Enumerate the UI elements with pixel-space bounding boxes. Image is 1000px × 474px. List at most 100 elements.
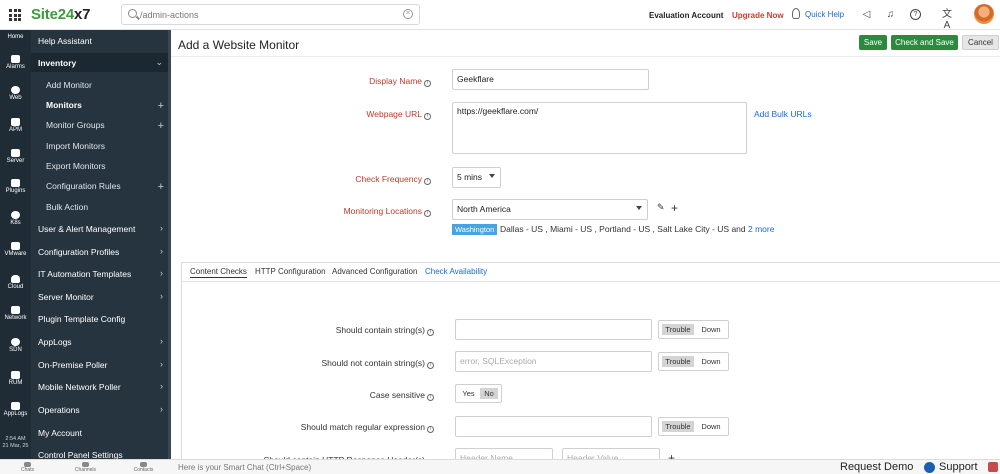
avatar[interactable] bbox=[974, 4, 994, 24]
more-locations-link[interactable]: 2 more bbox=[748, 224, 774, 234]
info-icon[interactable]: i bbox=[424, 210, 431, 217]
account-type: Evaluation Account bbox=[649, 11, 724, 20]
info-icon[interactable]: i bbox=[427, 394, 434, 401]
feedback-icon[interactable] bbox=[988, 462, 998, 472]
menu-bulk-action[interactable]: Bulk Action bbox=[46, 202, 88, 212]
display-name-field[interactable]: Geekflare bbox=[452, 69, 649, 90]
menu-inventory[interactable]: Inventory bbox=[38, 58, 76, 68]
info-icon[interactable]: i bbox=[424, 113, 431, 120]
plus-icon[interactable]: + bbox=[158, 182, 164, 193]
info-icon[interactable]: i bbox=[427, 362, 434, 369]
down-option[interactable]: Down bbox=[697, 356, 725, 367]
menu-monitor-groups[interactable]: Monitor Groups bbox=[46, 120, 105, 130]
save-button[interactable]: Save bbox=[859, 35, 887, 50]
rail-apm[interactable]: APM bbox=[0, 118, 31, 133]
rail-home[interactable]: Home bbox=[0, 32, 31, 40]
tab-advanced-configuration[interactable]: Advanced Configuration bbox=[332, 267, 417, 276]
should-contain-input[interactable] bbox=[455, 319, 652, 340]
smart-chat-input[interactable]: Here is your Smart Chat (Ctrl+Space) bbox=[178, 463, 311, 472]
translate-icon[interactable]: 文A bbox=[940, 9, 954, 31]
channels-tab[interactable]: Channels bbox=[70, 461, 101, 473]
rail-label: K8s bbox=[10, 220, 21, 226]
menu-add-monitor[interactable]: Add Monitor bbox=[46, 80, 92, 90]
help-icon[interactable]: ? bbox=[910, 9, 921, 20]
search-input[interactable] bbox=[140, 7, 400, 22]
rail-label: Server bbox=[6, 158, 25, 164]
rail-cloud[interactable]: Cloud bbox=[0, 275, 31, 290]
tab-label: Contacts bbox=[133, 467, 154, 473]
menu-configuration-rules[interactable]: Configuration Rules bbox=[46, 181, 121, 191]
menu-user-alert[interactable]: User & Alert Management bbox=[38, 224, 135, 234]
should-not-contain-severity-toggle[interactable]: Trouble Down bbox=[658, 352, 729, 371]
menu-applogs[interactable]: AppLogs bbox=[38, 337, 72, 347]
rail-alarms[interactable]: Alarms bbox=[0, 55, 31, 70]
info-icon[interactable]: i bbox=[427, 426, 434, 433]
rail-applogs[interactable]: AppLogs bbox=[0, 402, 31, 417]
regex-severity-toggle[interactable]: Trouble Down bbox=[658, 417, 729, 436]
rail-sdn[interactable]: SDN bbox=[0, 338, 31, 353]
down-option[interactable]: Down bbox=[697, 324, 725, 335]
webpage-url-field[interactable]: https://geekflare.com/ bbox=[452, 102, 747, 154]
down-option[interactable]: Down bbox=[697, 421, 725, 432]
check-frequency-select[interactable]: 5 mins bbox=[452, 167, 501, 188]
rail-k8s[interactable]: K8s bbox=[0, 211, 31, 226]
tab-check-availability[interactable]: Check Availability bbox=[425, 267, 487, 276]
pencil-icon[interactable]: ✎ bbox=[657, 202, 665, 213]
request-demo-link[interactable]: Request Demo bbox=[840, 461, 913, 473]
info-icon[interactable]: i bbox=[424, 178, 431, 185]
support-link[interactable]: Support bbox=[939, 461, 978, 473]
menu-it-automation[interactable]: IT Automation Templates bbox=[38, 269, 131, 279]
case-sensitive-toggle[interactable]: Yes No bbox=[455, 384, 502, 403]
rail-server[interactable]: Server bbox=[0, 149, 31, 164]
plus-icon[interactable]: + bbox=[158, 101, 164, 112]
yes-option[interactable]: Yes bbox=[459, 388, 478, 399]
menu-control-panel[interactable]: Control Panel Settings bbox=[38, 450, 123, 459]
check-and-save-button[interactable]: Check and Save bbox=[891, 35, 958, 50]
rail-network[interactable]: Network bbox=[0, 306, 31, 321]
no-option[interactable]: No bbox=[480, 388, 498, 399]
menu-mobile-poller[interactable]: Mobile Network Poller bbox=[38, 382, 121, 392]
location-list: Dallas - US , Miami - US , Portland - US… bbox=[500, 224, 774, 234]
tab-http-configuration[interactable]: HTTP Configuration bbox=[255, 267, 326, 276]
rail-plugins[interactable]: Plugins bbox=[0, 179, 31, 194]
menu-monitors[interactable]: Monitors bbox=[46, 100, 82, 110]
add-bulk-urls-link[interactable]: Add Bulk URLs bbox=[754, 109, 812, 119]
should-contain-severity-toggle[interactable]: Trouble Down bbox=[658, 320, 729, 339]
menu-config-profiles[interactable]: Configuration Profiles bbox=[38, 247, 119, 257]
cancel-button[interactable]: Cancel bbox=[962, 35, 999, 50]
trouble-option[interactable]: Trouble bbox=[662, 356, 694, 367]
info-icon[interactable]: i bbox=[427, 329, 434, 336]
plus-icon[interactable]: + bbox=[671, 202, 678, 214]
menu-plugin-template[interactable]: Plugin Template Config bbox=[38, 314, 125, 324]
trouble-option[interactable]: Trouble bbox=[662, 324, 694, 335]
bell-icon bbox=[11, 55, 20, 63]
quick-help-link[interactable]: Quick Help bbox=[805, 10, 844, 19]
regex-input[interactable] bbox=[455, 416, 652, 437]
monitoring-locations-select[interactable]: North America bbox=[452, 199, 648, 220]
contacts-tab[interactable]: Contacts bbox=[128, 461, 159, 473]
rail-vmware[interactable]: VMware bbox=[0, 242, 31, 257]
tab-content-checks[interactable]: Content Checks bbox=[190, 267, 247, 278]
menu-my-account[interactable]: My Account bbox=[38, 428, 82, 438]
site24x7-logo[interactable]: Site24x7 bbox=[31, 6, 91, 23]
bell-icon[interactable]: ♫ bbox=[885, 9, 896, 20]
menu-export-monitors[interactable]: Export Monitors bbox=[46, 161, 106, 171]
clear-search-icon[interactable]: × bbox=[403, 9, 413, 19]
rail-rum[interactable]: RUM bbox=[0, 371, 31, 386]
menu-server-monitor[interactable]: Server Monitor bbox=[38, 292, 94, 302]
menu-operations[interactable]: Operations bbox=[38, 405, 80, 415]
menu-help-assistant[interactable]: Help Assistant bbox=[38, 36, 92, 46]
rail-web[interactable]: Web bbox=[0, 86, 31, 101]
app-grid-icon[interactable] bbox=[9, 9, 21, 21]
should-not-contain-input[interactable]: error, SQLException bbox=[455, 351, 652, 372]
upgrade-link[interactable]: Upgrade Now bbox=[732, 11, 784, 20]
menu-import-monitors[interactable]: Import Monitors bbox=[46, 141, 105, 151]
menu-onprem-poller[interactable]: On-Premise Poller bbox=[38, 360, 107, 370]
chevron-right-icon: › bbox=[160, 359, 163, 369]
plus-icon[interactable]: + bbox=[158, 121, 164, 132]
megaphone-icon[interactable]: ◁ bbox=[861, 9, 872, 20]
info-icon[interactable]: i bbox=[424, 80, 431, 87]
trouble-option[interactable]: Trouble bbox=[662, 421, 694, 432]
search-box[interactable]: × bbox=[121, 4, 420, 25]
chats-tab[interactable]: Chats bbox=[12, 461, 43, 473]
